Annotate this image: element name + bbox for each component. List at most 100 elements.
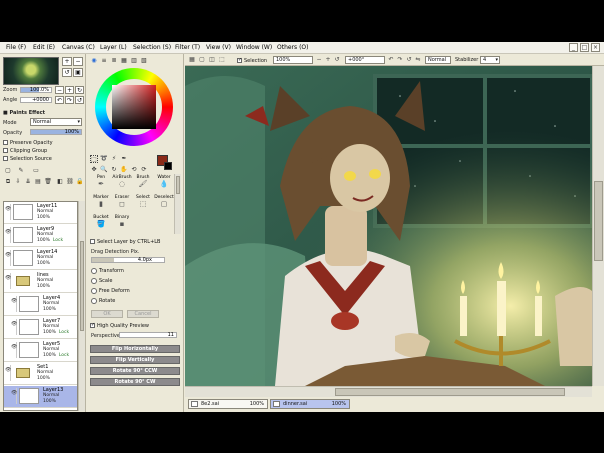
preserve-opacity-row[interactable]: Preserve Opacity [3,139,53,146]
close-button[interactable]: × [591,43,600,52]
lock-icon[interactable]: Lock [53,238,63,243]
brush-bucket[interactable]: Bucket 🪣 [90,215,112,233]
menu-view[interactable]: View (V) [206,44,231,52]
new-linework-layer-icon[interactable]: ✎ [17,167,25,175]
layer-row[interactable]: 👁 Layer5 Normal 100% Lock [4,340,77,362]
move-icon[interactable]: ✥ [90,166,98,174]
high-quality-preview-row[interactable]: ✓ High Quality Preview [90,322,149,329]
layer-link-icon[interactable]: ⛓ [66,178,74,186]
palette-icon[interactable]: ▧ [140,57,148,65]
layer-folder[interactable]: 👁 lines Normal 100% [4,271,77,293]
invert-selection-icon[interactable]: ◫ [208,56,216,64]
swatches-icon[interactable]: ▦ [120,57,128,65]
drag-detection-slider[interactable]: 4.0px [91,257,165,263]
menu-edit[interactable]: Edit (E) [33,44,55,52]
redo-icon[interactable]: ⟳ [140,166,148,174]
doc-tab-dinner[interactable]: dinner.sai 100% [270,399,350,409]
canvas-zoom-field[interactable]: 100% [273,56,313,64]
cancel-button[interactable]: Cancel [127,310,159,318]
select-all-icon[interactable]: ▦ [188,56,196,64]
canvas-zoom-out-icon[interactable]: − [315,56,323,64]
canvas-flip-icon[interactable]: ⇋ [414,56,422,64]
zoom-minus-icon[interactable]: − [55,86,64,94]
visibility-eye-icon[interactable]: 👁 [11,319,17,335]
layer-row[interactable]: 👁 Layer14 Normal 100% [4,248,77,270]
lasso-icon[interactable]: ➰ [100,155,108,163]
rotate-reset-icon[interactable]: ↺ [75,96,84,104]
flip-horizontally-button[interactable]: Flip Horizontally [90,345,180,353]
clipping-group-row[interactable]: Clipping Group [3,147,47,154]
layer-mask-icon[interactable]: ◧ [56,178,64,186]
zoom-tool-icon[interactable]: 🔍 [100,166,108,174]
delete-layer-icon[interactable]: 🗑 [44,178,52,186]
hue-ring[interactable] [95,68,173,146]
preserve-opacity-checkbox[interactable] [3,140,8,145]
color-wheel-mode-icon[interactable]: ◉ [90,57,98,65]
canvas-blend-field[interactable]: Normal [425,56,451,64]
clipping-group-checkbox[interactable] [3,148,8,153]
minimize-button[interactable]: _ [569,43,578,52]
hand-tool-icon[interactable]: ✋ [120,166,128,174]
opacity-slider[interactable]: 100% [30,129,82,135]
visibility-eye-icon[interactable]: 👁 [5,227,11,243]
rotate-right-icon[interactable]: ↷ [65,96,74,104]
new-folder-icon[interactable]: ▭ [32,167,40,175]
visibility-eye-icon[interactable]: 👁 [5,250,11,266]
rotate-tool-icon[interactable]: ↻ [110,166,118,174]
menu-canvas[interactable]: Canvas (C) [62,44,95,52]
brush-eraser[interactable]: Eraser ◻ [111,195,133,213]
canvas-angle-field[interactable]: +000° [345,56,385,64]
new-layer-icon[interactable]: ▢ [4,167,12,175]
brush-binary[interactable]: Binary ▪ [111,215,133,233]
selection-checkbox[interactable]: ✓ [237,58,242,63]
brush-brush[interactable]: Brush 🖌 [132,175,154,193]
visibility-eye-icon[interactable]: 👁 [5,273,11,289]
rotate-cw-button[interactable]: Rotate 90° CW [90,378,180,386]
menu-selection[interactable]: Selection (S) [133,44,171,52]
canvas-rotate-left-icon[interactable]: ↶ [387,56,395,64]
secondary-color-swatch[interactable] [164,162,172,170]
magic-wand-icon[interactable]: ⚡ [110,155,118,163]
visibility-eye-icon[interactable]: 👁 [11,388,17,404]
select-rect-icon[interactable]: ⬚ [90,155,98,163]
visibility-eye-icon[interactable]: 👁 [11,342,17,358]
menu-others[interactable]: Others (O) [277,44,308,52]
select-layer-ctrl-checkbox[interactable] [90,239,95,244]
canvas-rotate-right-icon[interactable]: ↷ [396,56,404,64]
clear-layer-icon[interactable]: ▤ [34,178,42,186]
deselect-icon[interactable]: ▢ [198,56,206,64]
layer-lock-icon[interactable]: 🔒 [76,178,84,186]
layer-row[interactable]: 👁 Layer7 Normal 100% Lock [4,317,77,339]
free-deform-option[interactable]: Free Deform [91,288,130,294]
layer-row[interactable]: 👁 Layer11 Normal 100% [4,202,77,224]
brush-airbrush[interactable]: AirBrush ◌ [111,175,133,193]
eyedropper-icon[interactable]: ✒ [120,155,128,163]
show-selection-icon[interactable]: ⬚ [218,56,226,64]
layer-row[interactable]: 👁 Layer13 Normal 100% [4,386,77,408]
zoom-fit-icon[interactable]: ▣ [73,68,83,77]
canvas-view[interactable] [185,66,592,386]
merge-down-icon[interactable]: ⇊ [24,178,32,186]
zoom-reset-icon[interactable]: ↺ [62,68,72,77]
stabilizer-select[interactable]: 4 [480,56,500,64]
transform-option[interactable]: Transform [91,268,124,274]
hsv-slider-icon[interactable]: ≣ [110,57,118,65]
maximize-button[interactable]: □ [580,43,589,52]
layer-row[interactable]: 👁 Layer4 Normal 100% [4,294,77,316]
lock-icon[interactable]: Lock [59,353,69,358]
layer-list-scrollbar[interactable] [78,201,85,411]
canvas-vertical-scrollbar[interactable] [592,66,604,386]
brush-select[interactable]: Select ⬚ [132,195,154,213]
layer-folder[interactable]: 👁 Set1 Normal 100% [4,363,77,385]
brush-grid-scrollbar[interactable] [174,174,181,234]
brush-water[interactable]: Water 💧 [153,175,175,193]
doc-tab-8e2[interactable]: 8e2.sai 100% [188,399,268,409]
angle-slider[interactable]: +0000 [20,97,52,103]
layer-list-scroll-thumb[interactable] [80,241,84,331]
brush-marker[interactable]: Marker ▮ [90,195,112,213]
canvas-zoom-reset-icon[interactable]: ↺ [333,56,341,64]
layer-row[interactable]: 👁 Layer9 Normal 100% Lock [4,225,77,247]
rotate-option[interactable]: Rotate [91,298,115,304]
selection-source-checkbox[interactable] [3,156,8,161]
zoom-plus-icon[interactable]: + [65,86,74,94]
